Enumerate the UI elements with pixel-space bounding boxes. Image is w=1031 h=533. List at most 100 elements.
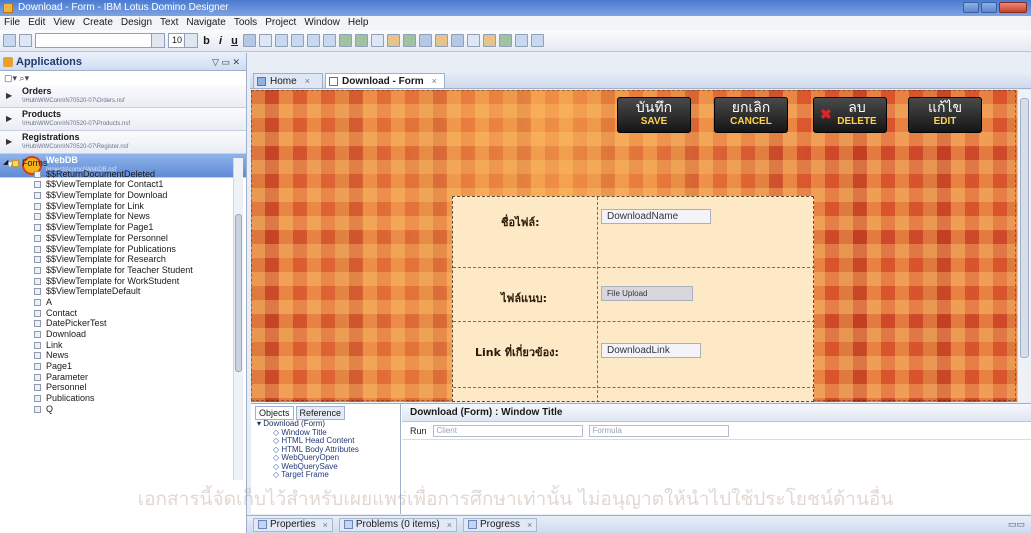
tree-item-form[interactable]: $$ViewTemplate for Research (0, 254, 232, 265)
forward-icon[interactable] (531, 34, 544, 47)
expand-arrow-icon[interactable]: ▶ (6, 91, 12, 100)
font-name-select[interactable] (35, 33, 165, 48)
tree-item-form[interactable]: $$ViewTemplate for Link (0, 201, 232, 212)
tab-problems[interactable]: Problems (0 items) × (338, 517, 458, 532)
menu-file[interactable]: File (4, 16, 20, 30)
minimize-button[interactable] (963, 2, 979, 13)
tree-item-form[interactable]: $$ViewTemplate for Teacher Student (0, 265, 232, 276)
panel-controls-icon[interactable]: ▽ ▭ ✕ (212, 57, 240, 67)
preview-browser-icon[interactable] (499, 34, 512, 47)
tree-folder-forms[interactable]: ◢ Forms (0, 158, 232, 169)
hotspot-icon[interactable] (467, 34, 480, 47)
delete-action-button[interactable]: ✖ ลบ DELETE (813, 97, 887, 133)
tree-item-form[interactable]: Publications (0, 393, 232, 404)
cancel-action-button[interactable]: ยกเลิก CANCEL (714, 97, 788, 133)
menu-view[interactable]: View (53, 16, 75, 30)
database-registrations[interactable]: ▶ Registrations \\Hub\WWConn\N70520-07\R… (0, 131, 246, 154)
menu-create[interactable]: Create (83, 16, 113, 30)
database-orders[interactable]: ▶ Orders \\Hub\WWConn\N70520-07\Orders.n… (0, 85, 246, 108)
align-left-icon[interactable] (275, 34, 288, 47)
menu-design[interactable]: Design (121, 16, 152, 30)
canvas-scrollbar[interactable] (1017, 90, 1031, 402)
menu-edit[interactable]: Edit (28, 16, 45, 30)
close-tab-icon[interactable]: × (305, 76, 310, 86)
text-color-icon[interactable] (243, 34, 256, 47)
tree-scrollbar-thumb[interactable] (235, 214, 242, 372)
tree-item-form[interactable]: $$ViewTemplate for WorkStudent (0, 276, 232, 287)
table-icon[interactable] (387, 34, 400, 47)
download-name-field[interactable]: DownloadName (601, 209, 711, 224)
object-target-frame[interactable]: Target Frame (257, 470, 400, 480)
expand-arrow-icon[interactable]: ◢ (3, 158, 8, 169)
form-design-canvas[interactable]: จอมเกล้า บันทึก SAVE ยกเลิก CANCEL ✖ ลบ … (251, 90, 1017, 402)
save-icon[interactable] (3, 34, 16, 47)
align-justify-icon[interactable] (323, 34, 336, 47)
tree-item-form[interactable]: Link (0, 340, 232, 351)
tab-progress[interactable]: Progress × (463, 517, 538, 532)
align-center-icon[interactable] (291, 34, 304, 47)
section-icon[interactable] (451, 34, 464, 47)
tree-item-form[interactable]: Parameter (0, 372, 232, 383)
maximize-button[interactable] (981, 2, 997, 13)
menu-project[interactable]: Project (265, 16, 296, 30)
expand-arrow-icon[interactable]: ▶ (6, 137, 12, 146)
tree-item-form[interactable]: News (0, 350, 232, 361)
tree-item-form[interactable]: $$ViewTemplate for News (0, 211, 232, 222)
database-products[interactable]: ▶ Products \\Hub\WWConn\N70520-07\Produc… (0, 108, 246, 131)
menu-navigate[interactable]: Navigate (186, 16, 225, 30)
minimize-view-icon[interactable]: ▭▭ (1008, 519, 1025, 530)
back-icon[interactable] (515, 34, 528, 47)
tree-item-form[interactable]: $$ViewTemplate for Download (0, 190, 232, 201)
highlight-icon[interactable] (259, 34, 272, 47)
close-tab-icon[interactable]: × (432, 76, 437, 86)
save-action-button[interactable]: บันทึก SAVE (617, 97, 691, 133)
menu-help[interactable]: Help (348, 16, 369, 30)
filter-icon[interactable]: ⌕▾ (20, 73, 30, 83)
tree-item-form[interactable]: $$ViewTemplate for Publications (0, 244, 232, 255)
tree-item-form[interactable]: DatePickerTest (0, 318, 232, 329)
menu-text[interactable]: Text (160, 16, 178, 30)
tab-properties[interactable]: Properties × (253, 517, 333, 532)
language-select[interactable]: Formula (588, 424, 729, 437)
close-tab-icon[interactable]: × (323, 520, 328, 530)
edit-action-button[interactable]: แก้ไข EDIT (908, 97, 982, 133)
tree-item-form[interactable]: $$ViewTemplateDefault (0, 286, 232, 297)
tab-objects[interactable]: Objects (255, 406, 294, 420)
bold-icon[interactable]: b (201, 35, 212, 47)
run-target-select[interactable]: Client (432, 424, 583, 437)
tree-item-form[interactable]: Personnel (0, 382, 232, 393)
close-window-button[interactable] (999, 2, 1027, 13)
field-icon[interactable] (435, 34, 448, 47)
tab-home[interactable]: Home × (253, 73, 323, 88)
canvas-scrollbar-thumb[interactable] (1020, 98, 1029, 358)
bullets-icon[interactable] (339, 34, 352, 47)
indent-icon[interactable] (371, 34, 384, 47)
numbering-icon[interactable] (355, 34, 368, 47)
tree-item-form[interactable]: $$ViewTemplate for Contact1 (0, 179, 232, 190)
expand-arrow-icon[interactable]: ▶ (6, 114, 12, 123)
formula-editor[interactable] (402, 440, 1031, 514)
close-tab-icon[interactable]: × (527, 520, 532, 530)
tree-item-form[interactable]: $$ViewTemplate for Page1 (0, 222, 232, 233)
menu-tools[interactable]: Tools (234, 16, 257, 30)
tree-item-form[interactable]: Page1 (0, 361, 232, 372)
tree-item-form[interactable]: $$ReturnDocumentDeleted (0, 169, 232, 180)
align-right-icon[interactable] (307, 34, 320, 47)
tree-item-form[interactable]: Contact (0, 308, 232, 319)
image-icon[interactable] (403, 34, 416, 47)
tree-scrollbar[interactable] (233, 158, 243, 480)
file-upload-control[interactable]: File Upload (601, 286, 693, 301)
underline-icon[interactable]: u (229, 35, 240, 47)
tree-item-form[interactable]: $$ViewTemplate for Personnel (0, 233, 232, 244)
tree-item-form[interactable]: A (0, 297, 232, 308)
new-application-icon[interactable]: ▢▾ (4, 73, 17, 83)
tree-item-form[interactable]: Q (0, 404, 232, 415)
font-size-select[interactable]: 10 (168, 33, 198, 48)
preview-icon[interactable] (483, 34, 496, 47)
menu-window[interactable]: Window (304, 16, 340, 30)
tree-item-form[interactable]: Download (0, 329, 232, 340)
open-icon[interactable] (19, 34, 32, 47)
download-link-field[interactable]: DownloadLink (601, 343, 701, 358)
tab-reference[interactable]: Reference (295, 406, 346, 420)
tab-download-form[interactable]: Download - Form × (325, 73, 445, 88)
